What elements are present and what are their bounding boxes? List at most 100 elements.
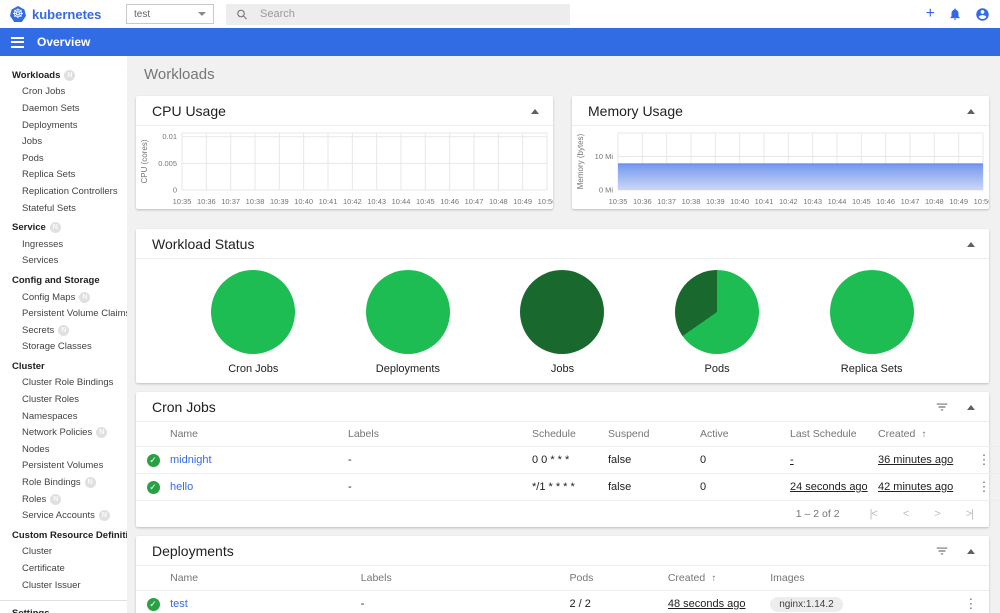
namespace-selector[interactable]: test xyxy=(126,4,214,24)
svg-text:10:36: 10:36 xyxy=(197,197,216,206)
column-header-active[interactable]: Active xyxy=(700,422,790,447)
sidebar-item-cluster[interactable]: Cluster xyxy=(0,544,127,561)
column-header-created[interactable]: Created ↑ xyxy=(667,566,771,591)
sidebar-item-persistent-volume-claims[interactable]: Persistent Volume ClaimsN xyxy=(0,305,127,322)
main-content: Workloads CPU Usage 0 0.005 0.01 10:35 10:36… xyxy=(127,56,1000,613)
sidebar-item-service[interactable]: Service N xyxy=(0,219,127,236)
pagination: 1 – 2 of 2 |< < > >| xyxy=(136,501,989,527)
namespaced-badge: N xyxy=(50,493,62,505)
relative-time-link[interactable]: 24 seconds ago xyxy=(790,481,868,493)
collapse-icon[interactable] xyxy=(967,241,975,247)
kubernetes-logo[interactable]: ☸ kubernetes xyxy=(0,6,116,22)
sidebar-item-settings[interactable]: Settings xyxy=(0,605,127,613)
status-ok-icon: ✓ xyxy=(146,597,160,611)
svg-text:10:39: 10:39 xyxy=(706,197,725,206)
sidebar-item-nodes[interactable]: Nodes xyxy=(0,441,127,458)
row-menu-cell: ⋮ xyxy=(974,446,1000,474)
svg-text:10:46: 10:46 xyxy=(876,197,895,206)
collapse-icon[interactable] xyxy=(531,108,539,114)
kebab-menu-icon[interactable]: ⋮ xyxy=(978,479,991,494)
sidebar-item-label: Config Maps xyxy=(22,291,76,303)
sidebar-item-cluster[interactable]: Cluster xyxy=(0,358,127,375)
sidebar-item-config-and-storage[interactable]: Config and Storage xyxy=(0,272,127,289)
sidebar-nav: Workloads N Cron Jobs Daemon Sets Deployment… xyxy=(0,56,127,613)
previous-page-icon[interactable]: < xyxy=(903,508,910,520)
sidebar-item-daemon-sets[interactable]: Daemon Sets xyxy=(0,100,127,117)
column-header-schedule[interactable]: Schedule xyxy=(532,422,608,447)
column-header-name[interactable]: Name xyxy=(170,566,361,591)
svg-text:10:42: 10:42 xyxy=(779,197,798,206)
relative-time-link[interactable]: 36 minutes ago xyxy=(878,454,953,466)
sidebar-item-label: Roles xyxy=(22,493,47,505)
sidebar-item-cron-jobs[interactable]: Cron Jobs xyxy=(0,84,127,101)
kebab-menu-icon[interactable]: ⋮ xyxy=(964,596,977,611)
relative-time-link[interactable]: - xyxy=(790,454,794,466)
resource-name-link[interactable]: hello xyxy=(170,481,193,493)
page-breadcrumb-title: Overview xyxy=(37,35,91,49)
column-header-pods[interactable]: Pods xyxy=(569,566,668,591)
sidebar-item-replica-sets[interactable]: Replica Sets xyxy=(0,167,127,184)
sidebar-item-label: Cluster Issuer xyxy=(22,579,81,591)
cell-labels: - xyxy=(348,473,532,501)
resource-name-link[interactable]: midnight xyxy=(170,454,212,466)
first-page-icon[interactable]: |< xyxy=(870,508,878,520)
sidebar-item-cluster-roles[interactable]: Cluster Roles xyxy=(0,391,127,408)
last-page-icon[interactable]: >| xyxy=(966,508,974,520)
sidebar-item-stateful-sets[interactable]: Stateful Sets xyxy=(0,200,127,217)
sidebar-item-label: Stateful Sets xyxy=(22,202,76,214)
sidebar-item-ingresses[interactable]: Ingresses xyxy=(0,236,127,253)
sidebar-item-storage-classes[interactable]: Storage Classes xyxy=(0,339,127,356)
next-page-icon[interactable]: > xyxy=(934,508,941,520)
svg-text:10:39: 10:39 xyxy=(270,197,289,206)
relative-time-link[interactable]: 42 minutes ago xyxy=(878,481,953,493)
sidebar-item-namespaces[interactable]: Namespaces xyxy=(0,408,127,425)
sidebar-item-network-policies[interactable]: Network Policies N xyxy=(0,424,127,441)
sidebar-item-config-maps[interactable]: Config Maps N xyxy=(0,289,127,306)
sidebar-item-jobs[interactable]: Jobs xyxy=(0,133,127,150)
svg-text:10:38: 10:38 xyxy=(682,197,701,206)
filter-icon[interactable] xyxy=(935,544,949,558)
svg-text:0: 0 xyxy=(173,186,177,195)
column-header-images[interactable]: Images xyxy=(770,566,961,591)
column-header-name[interactable]: Name xyxy=(170,422,348,447)
search-input[interactable] xyxy=(260,8,560,20)
filter-icon[interactable] xyxy=(935,400,949,414)
sidebar-item-service-accounts[interactable]: Service Accounts N xyxy=(0,507,127,524)
column-header-suspend[interactable]: Suspend xyxy=(608,422,700,447)
sidebar-item-role-bindings[interactable]: Role Bindings N xyxy=(0,474,127,491)
column-header-status xyxy=(136,422,170,447)
sidebar-item-secrets[interactable]: Secrets N xyxy=(0,322,127,339)
cell-created: 48 seconds ago xyxy=(667,590,771,613)
collapse-icon[interactable] xyxy=(967,548,975,554)
sidebar-item-certificate[interactable]: Certificate xyxy=(0,560,127,577)
sidebar-item-custom-resource-definitions[interactable]: Custom Resource Definitions xyxy=(0,527,127,544)
sidebar-item-label: Pods xyxy=(22,152,44,164)
user-account-icon[interactable] xyxy=(975,7,990,22)
relative-time-link[interactable]: 48 seconds ago xyxy=(668,598,746,610)
svg-text:0.01: 0.01 xyxy=(162,132,177,141)
notifications-bell-icon[interactable] xyxy=(948,7,962,21)
column-header-labels[interactable]: Labels xyxy=(348,422,532,447)
pie-chart xyxy=(675,270,760,354)
collapse-icon[interactable] xyxy=(967,108,975,114)
column-header-labels[interactable]: Labels xyxy=(360,566,570,591)
resource-name-link[interactable]: test xyxy=(170,598,188,610)
sidebar-item-pods[interactable]: Pods xyxy=(0,150,127,167)
sidebar-item-persistent-volumes[interactable]: Persistent Volumes xyxy=(0,458,127,475)
pagination-range: 1 – 2 of 2 xyxy=(795,508,840,520)
sidebar-item-cluster-role-bindings[interactable]: Cluster Role Bindings xyxy=(0,375,127,392)
sidebar-item-services[interactable]: Services xyxy=(0,253,127,270)
kebab-menu-icon[interactable]: ⋮ xyxy=(978,452,991,467)
sidebar-item-replication-controllers[interactable]: Replication Controllers xyxy=(0,183,127,200)
sidebar-item-label: Namespaces xyxy=(22,410,78,422)
collapse-icon[interactable] xyxy=(967,404,975,410)
svg-text:0 Mi: 0 Mi xyxy=(599,186,614,195)
create-resource-icon[interactable]: + xyxy=(926,6,935,22)
sidebar-item-workloads[interactable]: Workloads N xyxy=(0,67,127,84)
menu-hamburger-icon[interactable] xyxy=(11,36,24,48)
sidebar-item-roles[interactable]: Roles N xyxy=(0,491,127,508)
column-header-created[interactable]: Created ↑ xyxy=(878,422,974,447)
sidebar-item-cluster-issuer[interactable]: Cluster Issuer xyxy=(0,577,127,594)
column-header-last-schedule[interactable]: Last Schedule xyxy=(790,422,878,447)
sidebar-item-deployments[interactable]: Deployments xyxy=(0,117,127,134)
